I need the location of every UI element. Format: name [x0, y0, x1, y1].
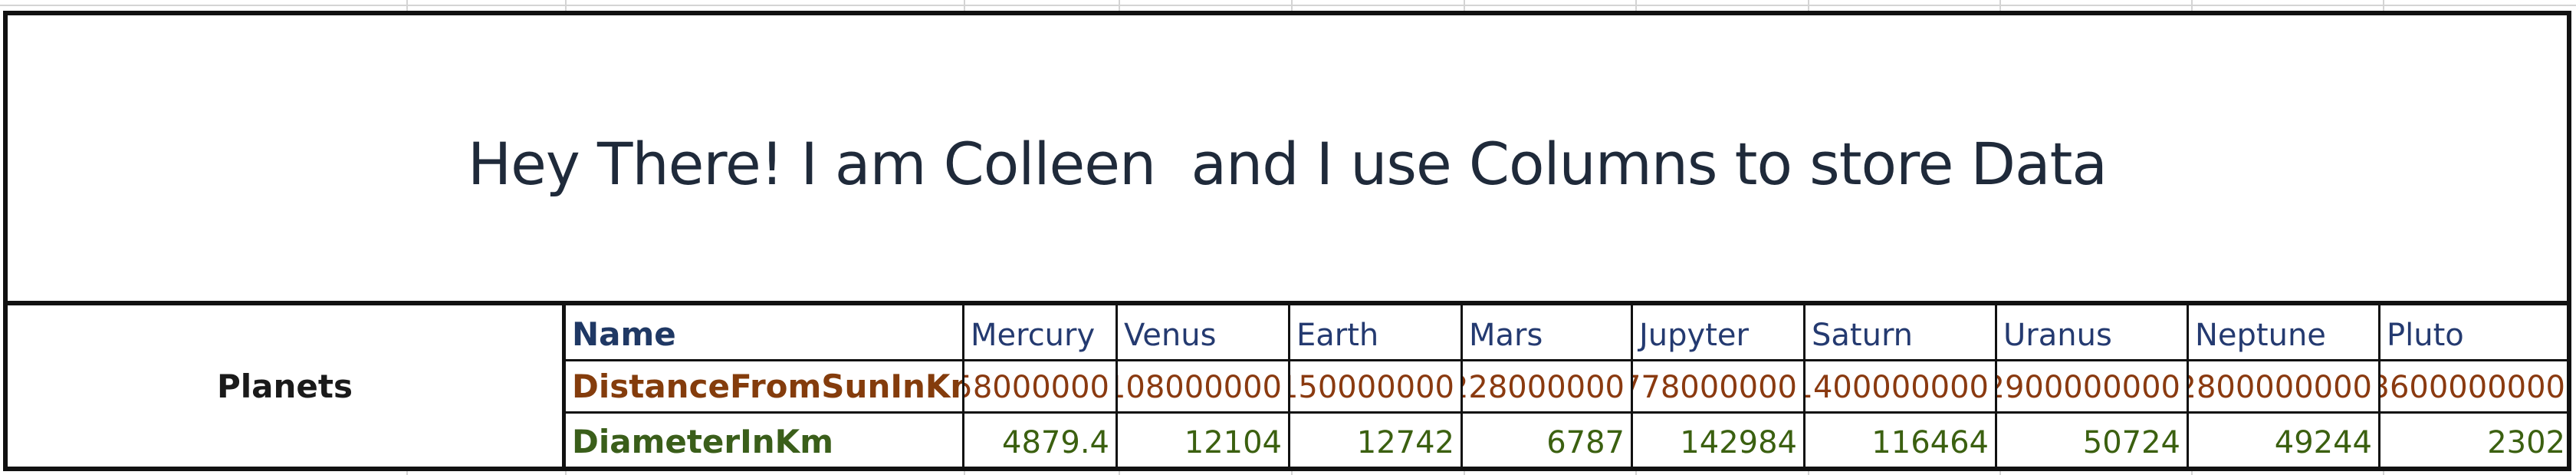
page-title: Hey There! I am Colleen and I use Column… [468, 129, 2108, 198]
table-cell[interactable]: 6787 [1463, 414, 1633, 467]
table-cell[interactable]: Venus [1118, 305, 1290, 359]
table-cell[interactable]: Jupyter [1633, 305, 1806, 359]
table-cell[interactable]: 778000000 [1633, 361, 1806, 411]
table-cell[interactable]: 1400000000 [1806, 361, 1997, 411]
table-cell[interactable]: 50724 [1997, 414, 2189, 467]
row-header-name[interactable]: Name [566, 305, 964, 359]
table-cell[interactable]: Mercury [964, 305, 1118, 359]
table-cell[interactable]: 2302 [2380, 414, 2571, 467]
spreadsheet-sheet: Hey There! I am Colleen and I use Column… [0, 0, 2576, 475]
gridline [0, 5, 2576, 6]
table-row-name: Name Mercury Venus Earth Mars Jupyter Sa… [566, 305, 2571, 359]
table-cell[interactable]: Saturn [1806, 305, 1997, 359]
table-cell[interactable]: 150000000 [1290, 361, 1463, 411]
table-cell[interactable]: 12742 [1290, 414, 1463, 467]
table-cell[interactable]: 142984 [1633, 414, 1806, 467]
table-cell[interactable]: 49244 [2189, 414, 2380, 467]
table-cell[interactable]: Mars [1463, 305, 1633, 359]
table-cell[interactable]: 58000000 [964, 361, 1118, 411]
row-header-diameter[interactable]: DiameterInKm [566, 414, 964, 467]
table-cell[interactable]: 108000000 [1118, 361, 1290, 411]
planets-group-label: Planets [217, 367, 353, 405]
table-cell[interactable]: 3600000000 [2380, 361, 2571, 411]
planets-group-cell[interactable]: Planets [8, 305, 566, 467]
table-cell[interactable]: Pluto [2380, 305, 2571, 359]
title-merged-cell[interactable]: Hey There! I am Colleen and I use Column… [3, 11, 2571, 305]
table-row-diameter: DiameterInKm 4879.4 12104 12742 6787 142… [566, 411, 2571, 467]
table-row-distance: DistanceFromSunInKm 58000000 108000000 1… [566, 359, 2571, 411]
table-cell[interactable]: 228000000 [1463, 361, 1633, 411]
table-cell[interactable]: 116464 [1806, 414, 1997, 467]
table-cell[interactable]: 4879.4 [964, 414, 1118, 467]
table-cell[interactable]: 12104 [1118, 414, 1290, 467]
row-header-distance[interactable]: DistanceFromSunInKm [566, 361, 964, 411]
table-cell[interactable]: Earth [1290, 305, 1463, 359]
planets-table: Planets Name Mercury Venus Earth Mars Ju… [3, 305, 2571, 471]
table-cell[interactable]: 2900000000 [1997, 361, 2189, 411]
table-cell[interactable]: 2800000000 [2189, 361, 2380, 411]
table-cell[interactable]: Uranus [1997, 305, 2189, 359]
table-cell[interactable]: Neptune [2189, 305, 2380, 359]
